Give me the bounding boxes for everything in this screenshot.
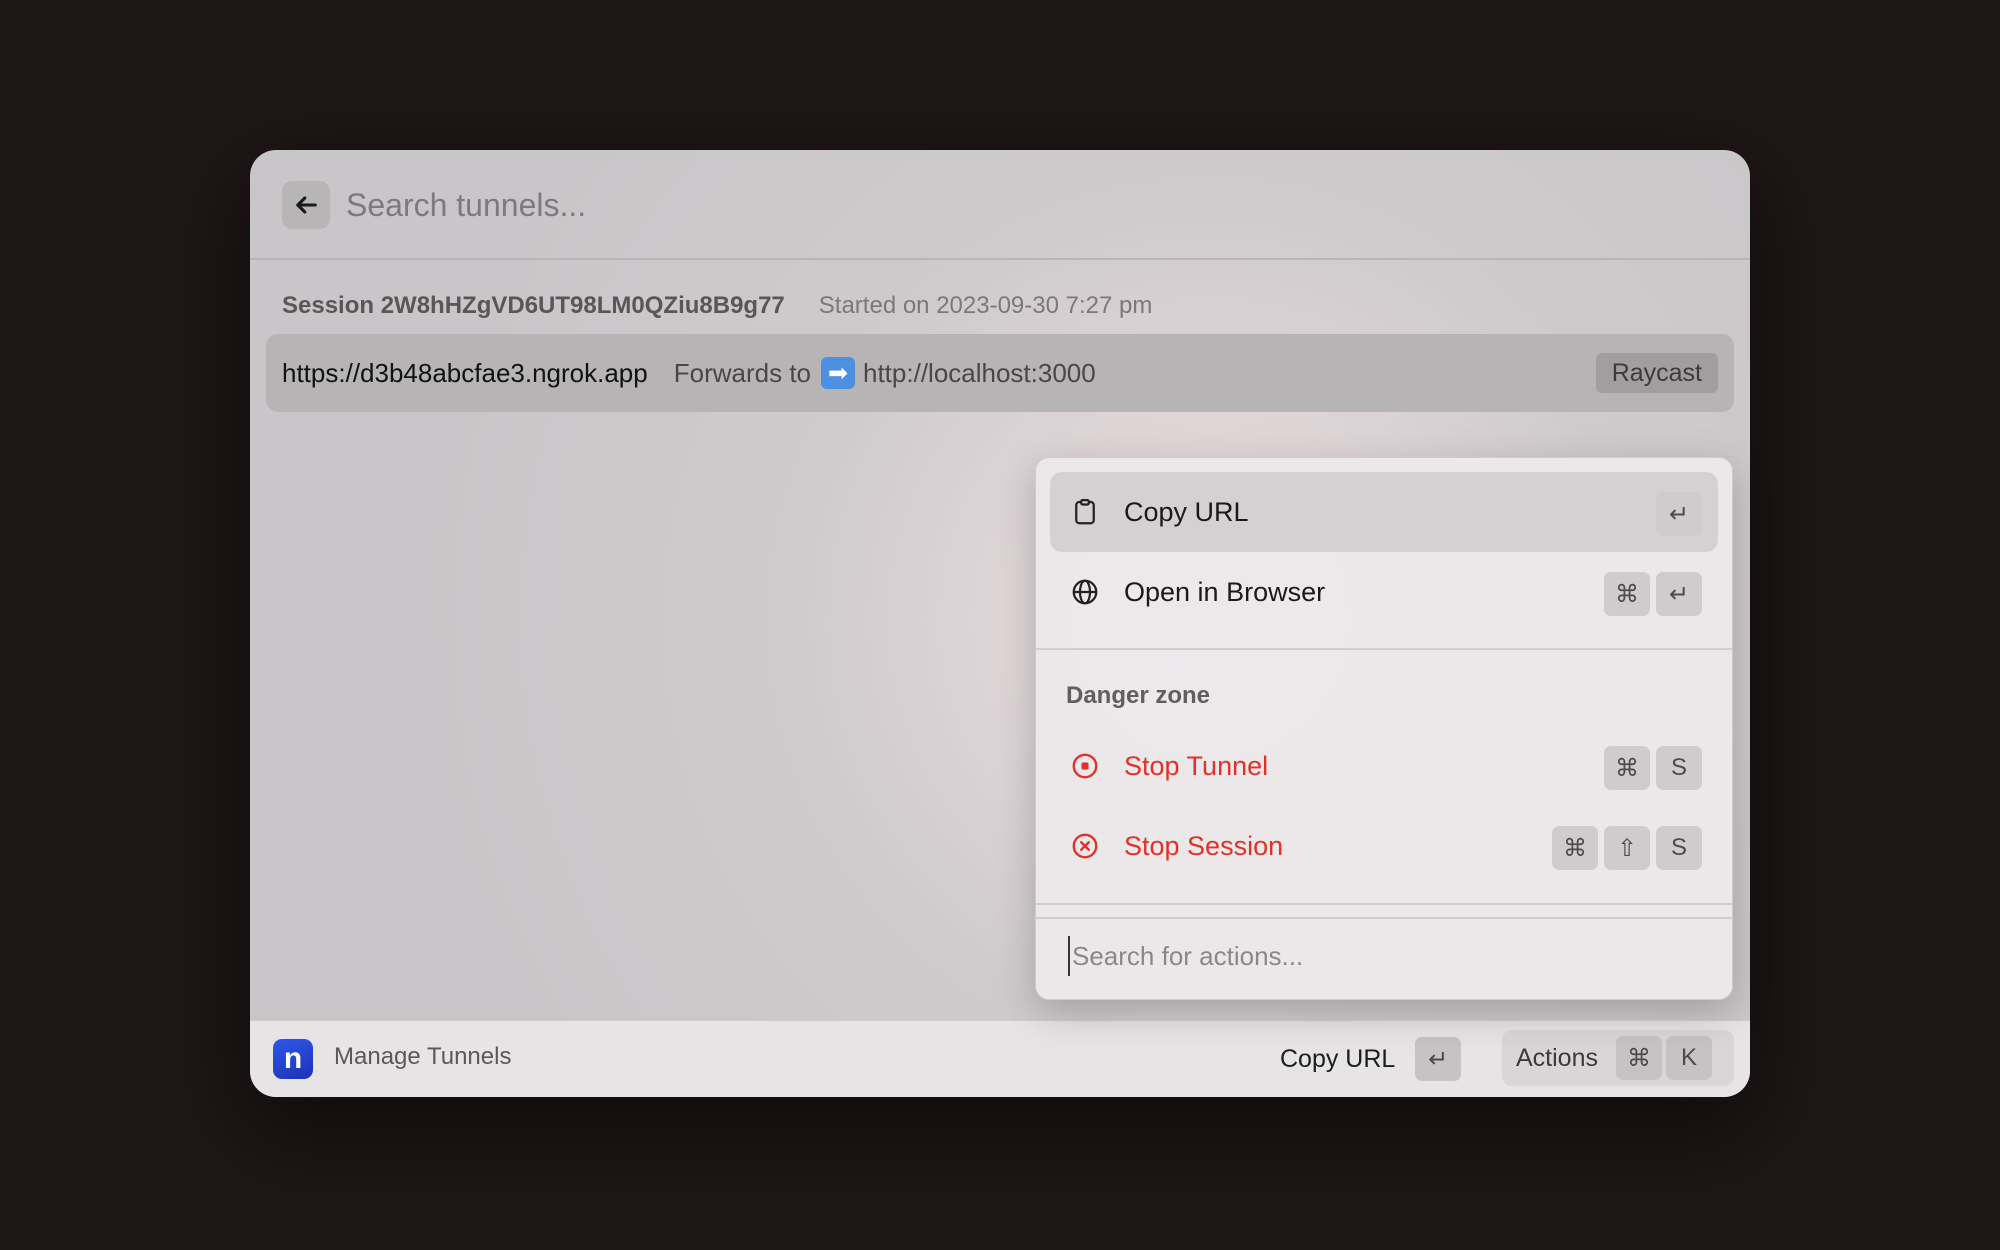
k-key-badge: K: [1665, 1036, 1712, 1080]
tunnel-url: https://d3b48abcfae3.ngrok.app: [282, 357, 648, 388]
action-label: Stop Tunnel: [1124, 750, 1269, 781]
cmd-key-badge: ⌘: [1615, 1036, 1662, 1080]
search-input[interactable]: [346, 180, 1646, 230]
danger-zone-title: Danger zone: [1066, 682, 1211, 709]
shortcut-keys: ⌘ S: [1604, 746, 1702, 790]
tunnel-tag: Raycast: [1595, 353, 1718, 393]
enter-key-badge: ↵: [1656, 492, 1702, 536]
shortcut-keys: ⌘ ↵: [1604, 572, 1702, 616]
section-header: Session 2W8hHZgVD6UT98LM0QZiu8B9g77 Star…: [282, 290, 1152, 322]
enter-key-badge: ↵: [1415, 1037, 1462, 1081]
shortcut-keys: ⌘ ⇧ S: [1552, 826, 1702, 870]
action-label: Copy URL: [1124, 496, 1249, 527]
cmd-key-badge: ⌘: [1604, 572, 1650, 616]
globe-icon: [1068, 575, 1102, 609]
stop-circle-icon: [1068, 749, 1102, 783]
action-stop-tunnel[interactable]: Stop Tunnel ⌘ S: [1050, 726, 1718, 806]
action-label: Stop Session: [1124, 830, 1284, 861]
back-button[interactable]: [282, 181, 330, 229]
section-title: Session 2W8hHZgVD6UT98LM0QZiu8B9g77: [282, 292, 785, 319]
footer-actions-button[interactable]: Actions ⌘ K: [1502, 1030, 1734, 1086]
shift-key-badge: ⇧: [1604, 826, 1650, 870]
footer-primary-action[interactable]: Copy URL ↵: [1280, 1035, 1465, 1083]
ngrok-logo-icon: n: [273, 1039, 313, 1079]
footer-actions-label: Actions: [1516, 1043, 1598, 1072]
action-open-in-browser[interactable]: Open in Browser ⌘ ↵: [1050, 552, 1718, 632]
x-circle-icon: [1068, 829, 1102, 863]
command-name: Manage Tunnels: [334, 1043, 512, 1070]
tunnel-forward-info: Forwards to ➡ http://localhost:3000: [674, 357, 1096, 389]
cmd-key-badge: ⌘: [1604, 746, 1650, 790]
action-label: Open in Browser: [1124, 576, 1326, 607]
enter-key-badge: ↵: [1656, 572, 1702, 616]
cmd-key-badge: ⌘: [1552, 826, 1598, 870]
footer-bar: n Manage Tunnels Copy URL ↵ Actions ⌘ K: [250, 1020, 1750, 1097]
shortcut-keys: ↵: [1656, 492, 1702, 536]
forward-target: http://localhost:3000: [863, 357, 1096, 388]
arrow-left-icon: [296, 196, 317, 214]
action-stop-session[interactable]: Stop Session ⌘ ⇧ S: [1050, 806, 1718, 886]
section-subtitle: Started on 2023-09-30 7:27 pm: [818, 292, 1153, 319]
top-bar: [250, 150, 1750, 260]
clipboard-icon: [1068, 495, 1102, 529]
forwards-label: Forwards to: [673, 357, 811, 388]
s-key-badge: S: [1656, 826, 1702, 870]
divider: [1036, 648, 1732, 650]
action-copy-url[interactable]: Copy URL ↵: [1050, 472, 1718, 552]
footer-primary-label: Copy URL: [1280, 1044, 1396, 1073]
s-key-badge: S: [1656, 746, 1702, 790]
actions-panel: Copy URL ↵ Open in Browser ⌘ ↵ Danger zo…: [1035, 457, 1733, 1000]
actions-search-input[interactable]: [1068, 936, 1712, 976]
arrow-right-icon: ➡: [821, 357, 855, 389]
divider: [1036, 917, 1732, 919]
divider: [1036, 903, 1732, 905]
tunnel-list-item[interactable]: https://d3b48abcfae3.ngrok.app Forwards …: [266, 334, 1734, 412]
